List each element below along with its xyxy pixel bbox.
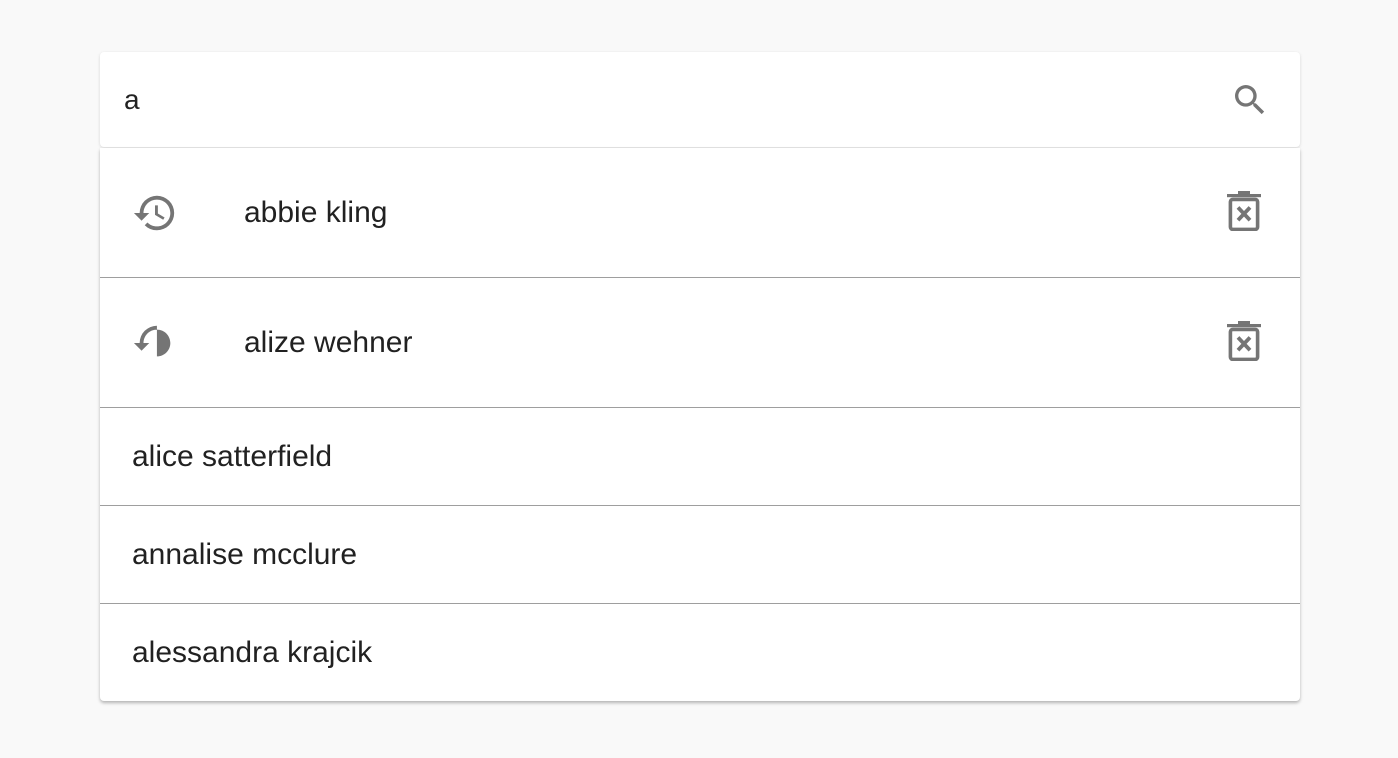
search-bar[interactable] [100, 52, 1300, 147]
history-item[interactable]: alize wehner [100, 278, 1300, 408]
suggestion-item[interactable]: alessandra krajcik [100, 604, 1300, 701]
history-icon [132, 320, 178, 366]
history-item-label: alize wehner [244, 326, 413, 359]
search-widget: abbie kling alize wehner [100, 52, 1300, 701]
suggestion-item[interactable]: annalise mcclure [100, 506, 1300, 604]
suggestion-item[interactable]: alice satterfield [100, 408, 1300, 506]
search-icon[interactable] [1230, 80, 1270, 120]
history-icon [132, 190, 178, 236]
history-item-label: abbie kling [244, 196, 388, 229]
delete-icon[interactable] [1226, 191, 1262, 231]
delete-icon[interactable] [1226, 321, 1262, 361]
suggestions-list: abbie kling alize wehner alice satterfie… [100, 148, 1300, 701]
history-item[interactable]: abbie kling [100, 148, 1300, 278]
search-input[interactable] [124, 52, 1204, 147]
